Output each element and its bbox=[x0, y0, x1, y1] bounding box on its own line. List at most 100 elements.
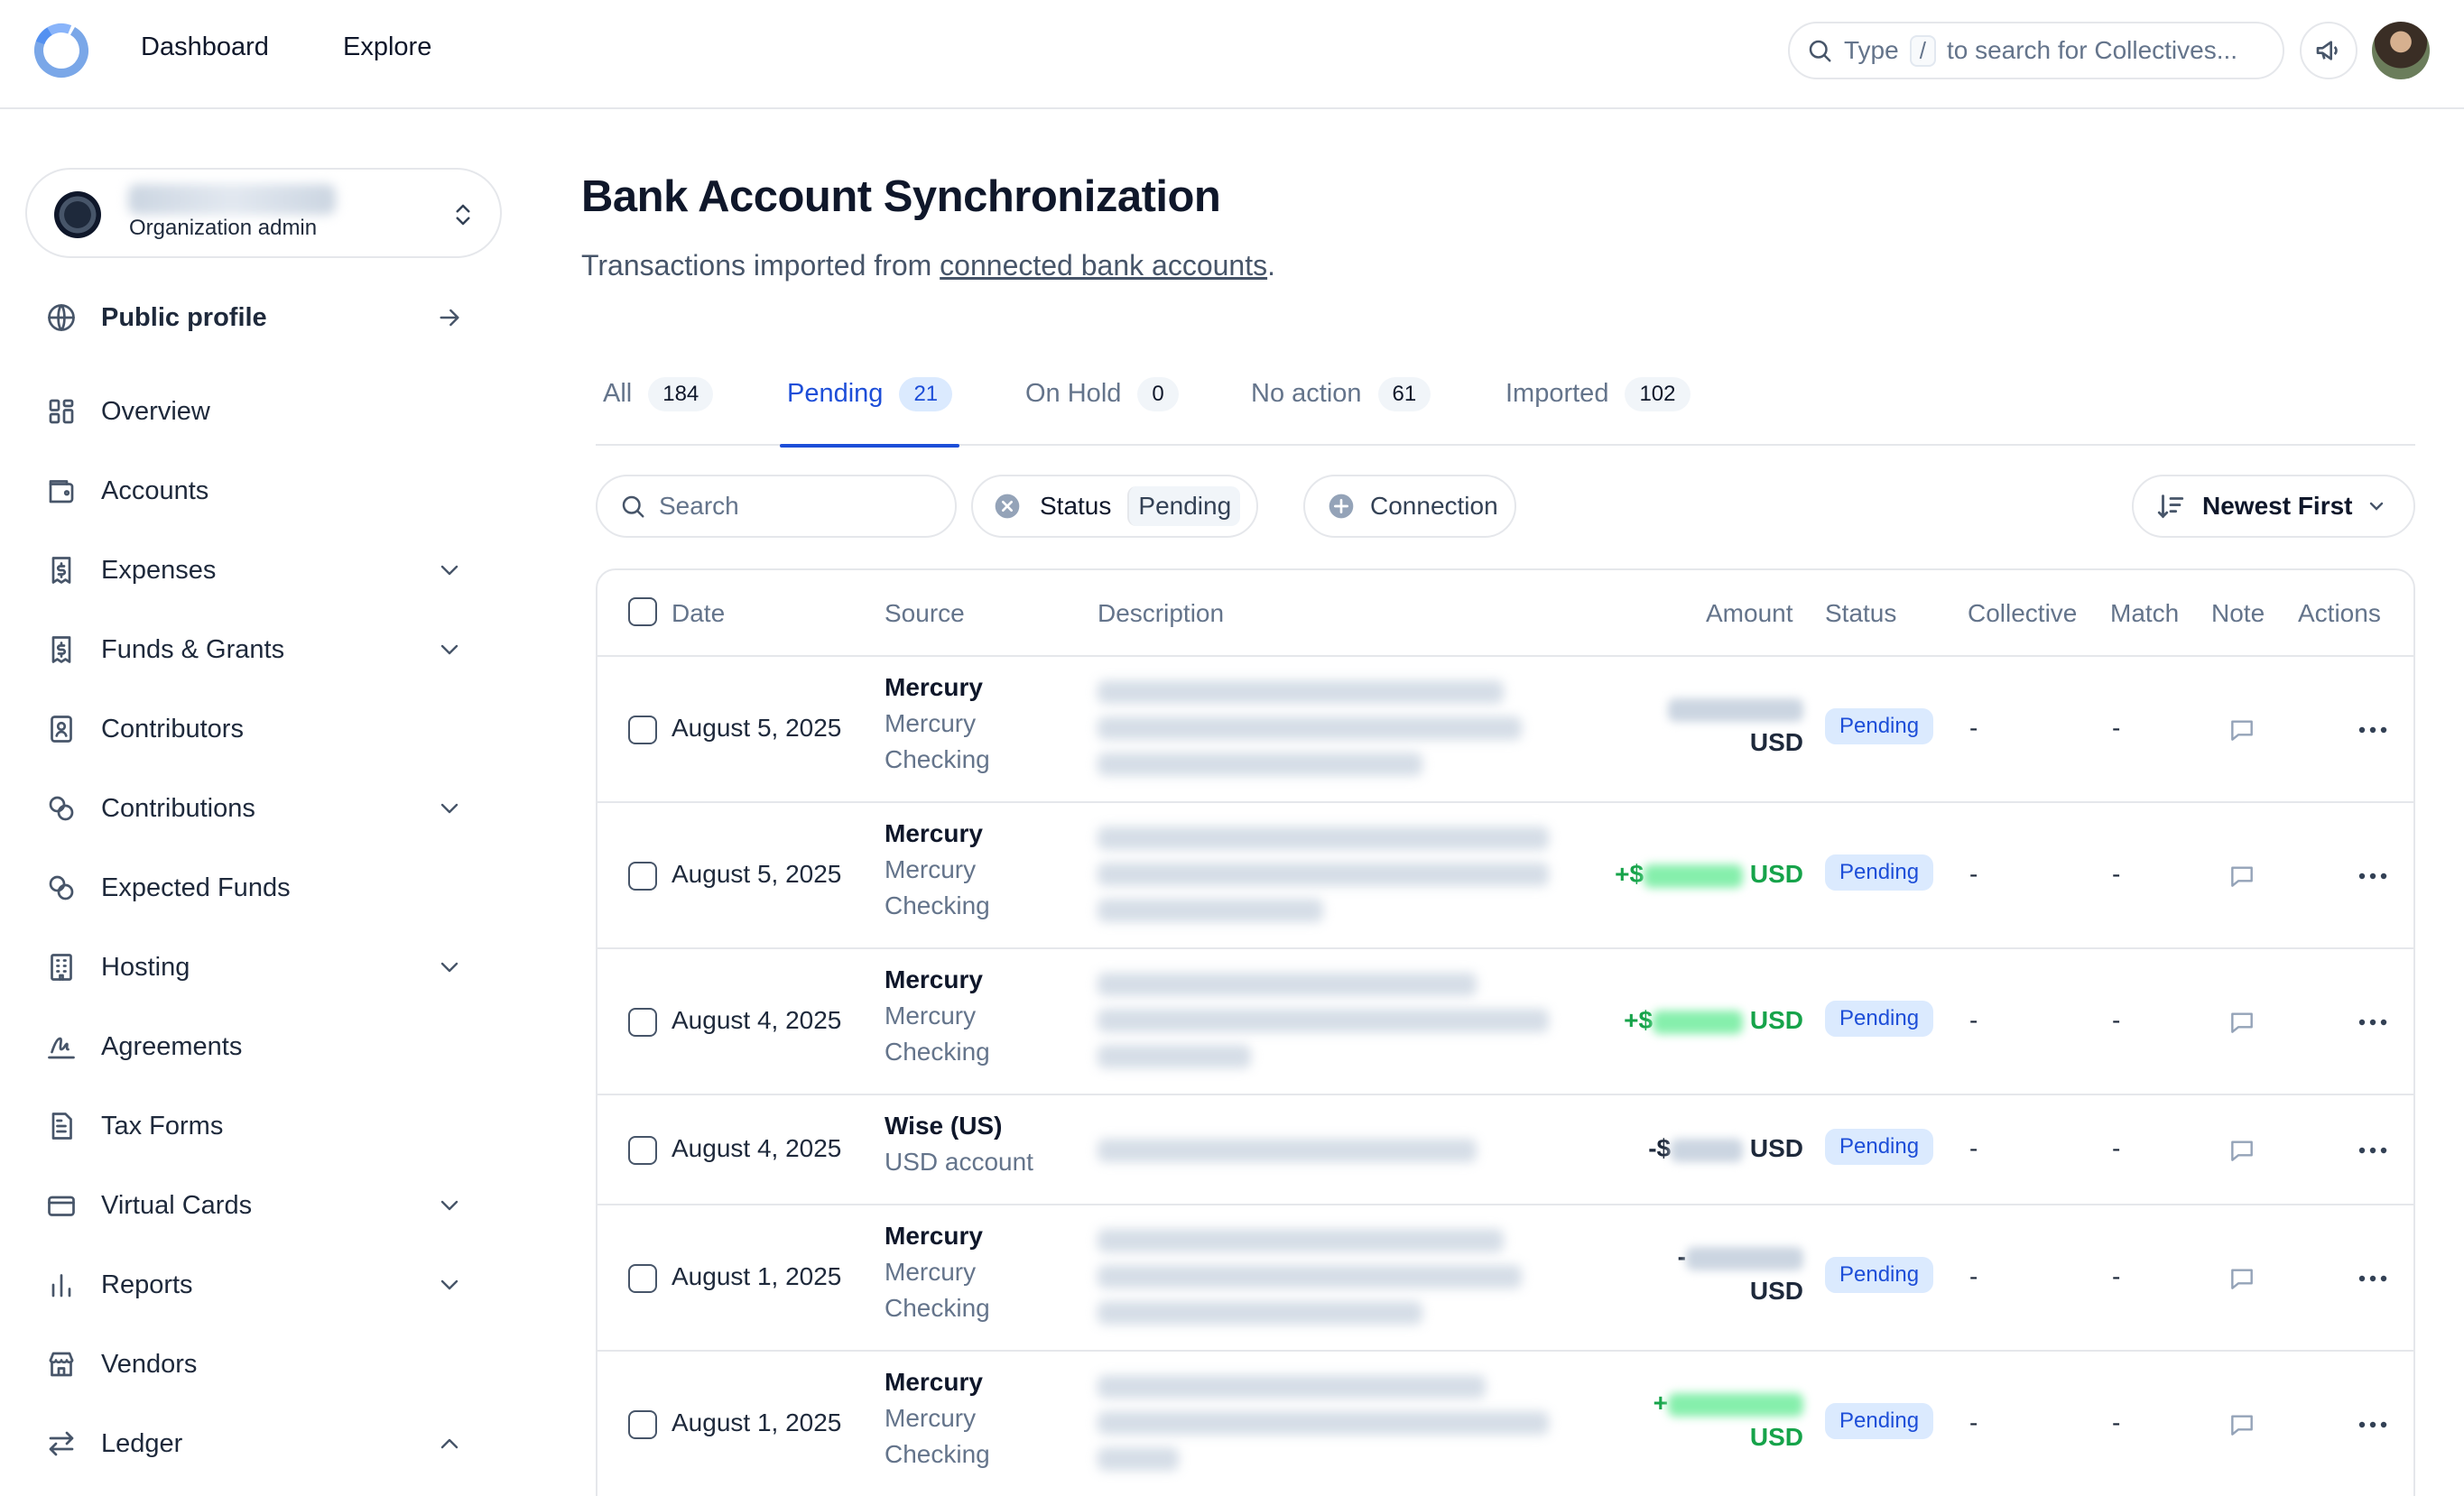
col-match: Match bbox=[2110, 599, 2180, 627]
description-redacted bbox=[1098, 899, 1323, 922]
col-note: Note bbox=[2211, 599, 2265, 627]
row-checkbox[interactable] bbox=[628, 1136, 657, 1165]
comment-icon[interactable] bbox=[2228, 1008, 2256, 1037]
table-row[interactable]: August 1, 2025 Mercury Mercury Checking - USD… bbox=[597, 1205, 2413, 1352]
amount-redacted bbox=[1668, 697, 1803, 722]
status-filter-value: Pending bbox=[1127, 486, 1241, 526]
chevron-down-icon bbox=[440, 644, 459, 655]
col-status: Status bbox=[1825, 599, 1897, 627]
sort-dropdown[interactable]: Newest First bbox=[2132, 475, 2415, 538]
amount-redacted bbox=[1644, 863, 1744, 888]
more-actions-icon[interactable] bbox=[2357, 1018, 2388, 1027]
tab-label: Pending bbox=[787, 379, 884, 408]
sidebar-item-label: Funds & Grants bbox=[101, 634, 285, 664]
tab-on-hold[interactable]: On Hold 0 bbox=[1025, 374, 1179, 446]
announcements-button[interactable] bbox=[2300, 22, 2357, 79]
sidebar-item-public-profile[interactable]: Public profile bbox=[45, 292, 487, 343]
row-checkbox[interactable] bbox=[628, 1410, 657, 1439]
comment-icon[interactable] bbox=[2228, 862, 2256, 891]
amount-currency: USD bbox=[1749, 1423, 1803, 1451]
table-row[interactable]: August 5, 2025 Mercury Mercury Checking USD P… bbox=[597, 657, 2413, 803]
tab-imported[interactable]: Imported 102 bbox=[1505, 374, 1691, 446]
source-cell: Mercury Mercury Checking bbox=[885, 1368, 990, 1473]
sidebar-item-funds-grants[interactable]: Funds & Grants bbox=[45, 624, 487, 675]
tab-count: 0 bbox=[1137, 377, 1179, 411]
sort-label: Newest First bbox=[2202, 492, 2353, 520]
sidebar-item-expected-funds[interactable]: Expected Funds bbox=[45, 863, 487, 913]
comment-icon[interactable] bbox=[2228, 716, 2256, 744]
amount-sign: - bbox=[1677, 1242, 1686, 1270]
source-account: USD account bbox=[885, 1148, 1033, 1176]
chevron-down-icon bbox=[440, 1279, 459, 1290]
sidebar-item-contributors[interactable]: Contributors bbox=[45, 704, 487, 754]
top-bar: Dashboard Explore Type / to search for C… bbox=[0, 0, 2464, 109]
table-row[interactable]: August 4, 2025 Wise (US) USD account -$ USD… bbox=[597, 1095, 2413, 1205]
chevron-down-icon bbox=[440, 1200, 459, 1211]
nav-dashboard[interactable]: Dashboard bbox=[141, 32, 269, 62]
signature-icon bbox=[48, 1037, 75, 1059]
arrow-right-icon bbox=[440, 309, 459, 327]
amount-cell: USD bbox=[1668, 694, 1803, 757]
description-redacted bbox=[1098, 716, 1522, 740]
tab-no-action[interactable]: No action 61 bbox=[1251, 374, 1431, 446]
nav-explore[interactable]: Explore bbox=[343, 32, 431, 62]
sidebar-item-vendors[interactable]: Vendors bbox=[45, 1339, 487, 1390]
tab-pending[interactable]: Pending 21 bbox=[779, 374, 960, 448]
sidebar-item-overview[interactable]: Overview bbox=[45, 386, 487, 437]
transactions-search-input[interactable]: Search bbox=[596, 475, 957, 538]
more-actions-icon[interactable] bbox=[2357, 1146, 2388, 1155]
row-checkbox[interactable] bbox=[628, 1264, 657, 1293]
row-checkbox[interactable] bbox=[628, 1008, 657, 1037]
comment-icon[interactable] bbox=[2228, 1264, 2256, 1293]
global-search-input[interactable]: Type / to search for Collectives... bbox=[1788, 22, 2284, 79]
sidebar-item-label: Public profile bbox=[101, 302, 267, 332]
tab-label: Imported bbox=[1505, 379, 1609, 408]
source-account: Mercury bbox=[885, 1002, 977, 1030]
tab-all[interactable]: All 184 bbox=[603, 374, 714, 446]
receipt-dollar-icon bbox=[51, 557, 71, 584]
sidebar-item-tax-forms[interactable]: Tax Forms bbox=[45, 1101, 487, 1151]
select-all-checkbox[interactable] bbox=[628, 597, 657, 626]
table-row[interactable]: August 1, 2025 Mercury Mercury Checking + USD… bbox=[597, 1352, 2413, 1496]
more-actions-icon[interactable] bbox=[2357, 1420, 2388, 1429]
col-date[interactable]: Date bbox=[672, 599, 725, 628]
sidebar-item-contributions[interactable]: Contributions bbox=[45, 783, 487, 834]
status-badge: Pending bbox=[1825, 1257, 1934, 1293]
collective-value: - bbox=[1969, 1262, 1978, 1290]
table-row[interactable]: August 4, 2025 Mercury Mercury Checking +$ U… bbox=[597, 949, 2413, 1095]
row-checkbox[interactable] bbox=[628, 862, 657, 891]
status-filter-chip[interactable]: Status Pending bbox=[971, 475, 1259, 538]
subtitle-period: . bbox=[1267, 249, 1275, 282]
amount-sign: + bbox=[1653, 1389, 1668, 1417]
transactions-table: Date Source Description Amount Status Co… bbox=[596, 568, 2415, 1496]
connection-filter-chip[interactable]: Connection bbox=[1303, 475, 1516, 538]
contact-card-icon bbox=[51, 716, 72, 743]
connected-bank-accounts-link[interactable]: connected bank accounts bbox=[940, 249, 1267, 282]
source-cell: Mercury Mercury Checking bbox=[885, 965, 990, 1070]
store-icon bbox=[49, 1352, 74, 1377]
chevron-down-icon bbox=[440, 962, 459, 973]
match-value: - bbox=[2112, 860, 2121, 888]
description-redacted bbox=[1098, 753, 1422, 776]
table-row[interactable]: August 5, 2025 Mercury Mercury Checking +$ U… bbox=[597, 803, 2413, 949]
sidebar-item-reports[interactable]: Reports bbox=[45, 1260, 487, 1310]
more-actions-icon[interactable] bbox=[2357, 725, 2388, 734]
sidebar-item-agreements[interactable]: Agreements bbox=[45, 1021, 487, 1072]
logo-icon[interactable] bbox=[31, 20, 92, 81]
org-switcher[interactable]: Organization admin bbox=[25, 168, 502, 258]
sidebar-item-hosting[interactable]: Hosting bbox=[45, 942, 487, 993]
description-redacted bbox=[1098, 680, 1504, 704]
row-date: August 4, 2025 bbox=[672, 1006, 842, 1034]
comment-icon[interactable] bbox=[2228, 1410, 2256, 1439]
more-actions-icon[interactable] bbox=[2357, 1274, 2388, 1283]
sidebar-item-accounts[interactable]: Accounts bbox=[45, 466, 487, 516]
comment-icon[interactable] bbox=[2228, 1136, 2256, 1165]
row-checkbox[interactable] bbox=[628, 716, 657, 744]
sidebar-item-ledger[interactable]: Ledger bbox=[45, 1418, 487, 1469]
clear-filter-icon[interactable] bbox=[993, 492, 1022, 521]
description-redacted bbox=[1098, 1411, 1549, 1435]
more-actions-icon[interactable] bbox=[2357, 872, 2388, 881]
sidebar-item-virtual-cards[interactable]: Virtual Cards bbox=[45, 1180, 487, 1231]
sidebar-item-expenses[interactable]: Expenses bbox=[45, 545, 487, 596]
user-avatar[interactable] bbox=[2372, 22, 2430, 79]
